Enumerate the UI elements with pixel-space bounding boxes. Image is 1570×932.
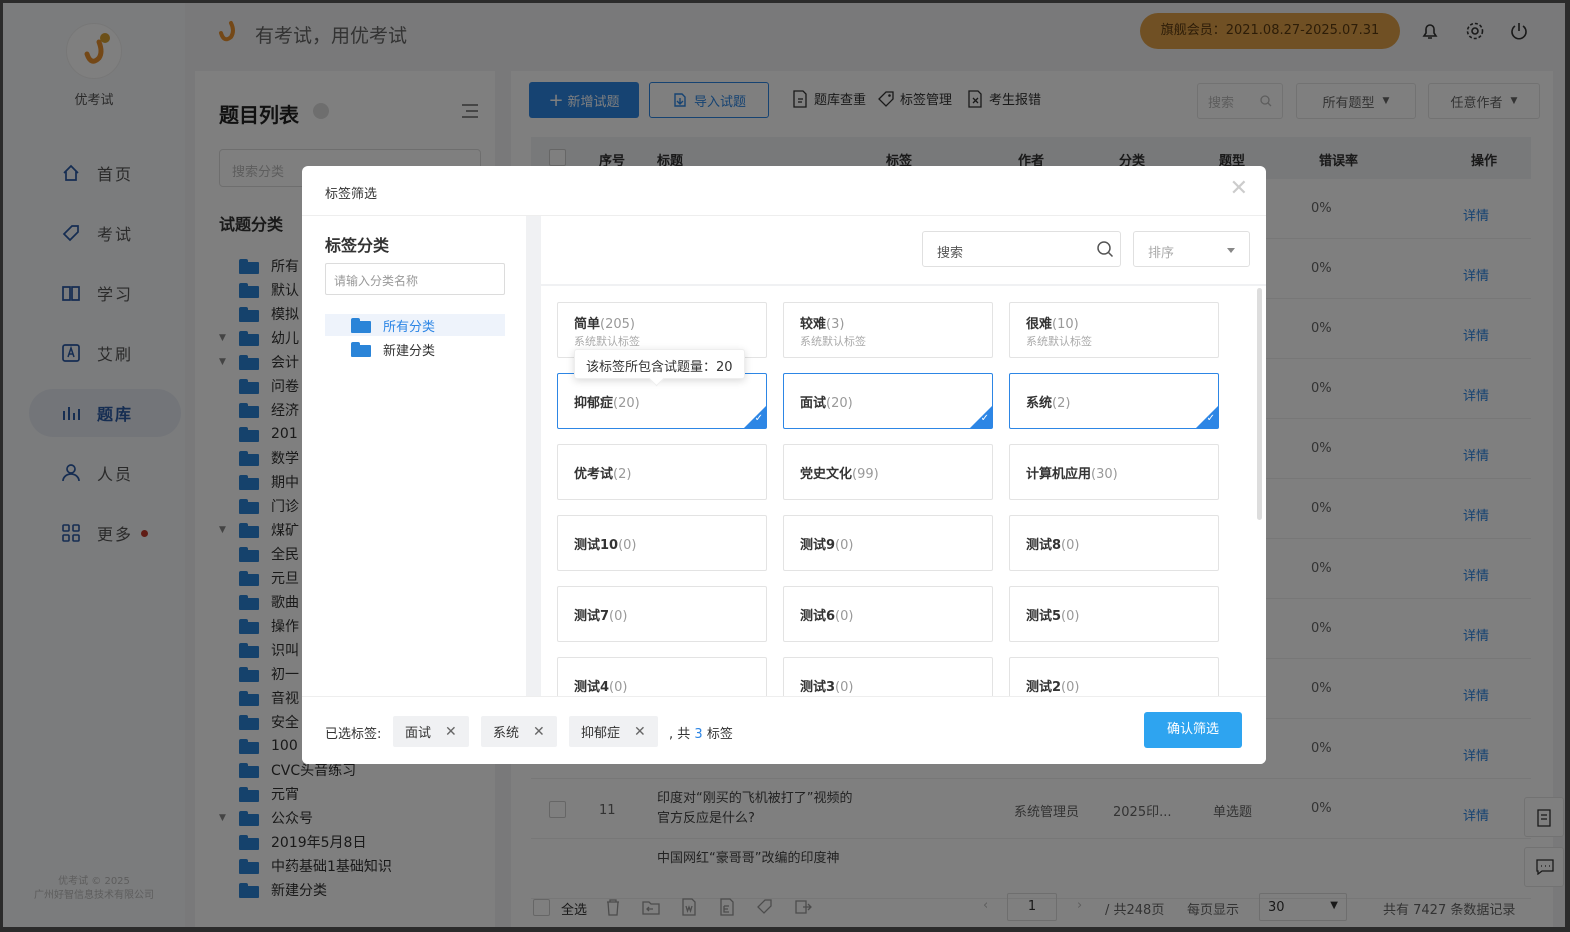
- tag-count: (3): [826, 317, 845, 332]
- pane-splitter[interactable]: [526, 216, 541, 696]
- tag-grid-scrollbar[interactable]: [1257, 288, 1262, 520]
- selected-tag-chip: 系统 ✕: [481, 716, 557, 747]
- tag-name: 测试4: [574, 680, 610, 695]
- tag-category-item[interactable]: 所有分类: [325, 314, 505, 336]
- tag-card[interactable]: 测试9(0): [783, 515, 993, 571]
- tag-name: 计算机应用: [1026, 467, 1092, 482]
- tag-count: (0): [618, 538, 637, 553]
- tag-card[interactable]: 抑郁症(20) ✓: [557, 373, 767, 429]
- tag-name: 优考试: [574, 467, 614, 482]
- tag-count: (30): [1091, 467, 1118, 482]
- search-icon[interactable]: [1096, 240, 1114, 258]
- tag-card[interactable]: 测试3(0): [783, 657, 993, 696]
- tag-name: 测试10: [574, 538, 619, 553]
- tag-card[interactable]: 测试6(0): [783, 586, 993, 642]
- tag-filter-modal: 标签筛选 ✕ 标签分类 请输入分类名称 所有分类 新建分类 搜索 排序 简单(20…: [302, 166, 1266, 764]
- selected-total: , 共 3 标签: [669, 727, 733, 742]
- tag-card[interactable]: 面试(20) ✓: [783, 373, 993, 429]
- tag-count: (0): [1061, 680, 1080, 695]
- caret-down-icon: [1227, 248, 1235, 253]
- modal-footer: 已选标签: 面试 ✕ 系统 ✕ 抑郁症 ✕ , 共 3 标签 确认筛选: [302, 696, 1266, 764]
- tag-card[interactable]: 测试5(0): [1009, 586, 1219, 642]
- tag-category-pane: 标签分类 请输入分类名称 所有分类新建分类: [302, 216, 526, 696]
- tag-name: 很难: [1026, 317, 1053, 332]
- tag-name: 抑郁症: [574, 396, 614, 411]
- tag-grid: 简单(205) 系统默认标签 较难(3) 系统默认标签 很难(10) 系统默认标签 抑郁症(…: [541, 286, 1251, 696]
- chip-label: 系统: [493, 726, 520, 741]
- tag-count: (20): [613, 396, 640, 411]
- remove-chip-icon[interactable]: ✕: [533, 724, 545, 740]
- tag-name: 党史文化: [800, 467, 853, 482]
- tag-category-label: 所有分类: [383, 319, 436, 335]
- tag-name: 测试7: [574, 609, 610, 624]
- tag-count: (99): [852, 467, 879, 482]
- category-name-input[interactable]: 请输入分类名称: [325, 263, 505, 295]
- confirm-filter-button[interactable]: 确认筛选: [1144, 712, 1242, 748]
- tag-subtitle: 系统默认标签: [574, 335, 640, 348]
- tag-grid-pane: 搜索 排序 简单(205) 系统默认标签 较难(3) 系统默认标签 很难(10) 系统默认…: [541, 216, 1266, 696]
- tag-category-item[interactable]: 新建分类: [325, 338, 505, 360]
- chip-label: 面试: [405, 726, 432, 741]
- tag-card[interactable]: 测试2(0): [1009, 657, 1219, 696]
- tag-name: 测试2: [1026, 680, 1062, 695]
- tag-card[interactable]: 计算机应用(30): [1009, 444, 1219, 500]
- chip-label: 抑郁症: [581, 726, 621, 741]
- modal-title: 标签筛选: [325, 187, 378, 202]
- remove-chip-icon[interactable]: ✕: [445, 724, 457, 740]
- tag-count: (0): [835, 680, 854, 695]
- tag-card[interactable]: 党史文化(99): [783, 444, 993, 500]
- selected-tag-chip: 面试 ✕: [393, 716, 469, 747]
- tag-count: (0): [835, 609, 854, 624]
- tag-card[interactable]: 较难(3) 系统默认标签: [783, 302, 993, 358]
- tag-name: 测试6: [800, 609, 836, 624]
- tag-name: 测试8: [1026, 538, 1062, 553]
- tag-count: (0): [609, 680, 628, 695]
- tag-name: 测试3: [800, 680, 836, 695]
- tag-subtitle: 系统默认标签: [800, 335, 866, 348]
- tag-card[interactable]: 测试4(0): [557, 657, 767, 696]
- tag-name: 面试: [800, 396, 827, 411]
- tag-category-label: 新建分类: [383, 343, 436, 359]
- remove-chip-icon[interactable]: ✕: [634, 724, 646, 740]
- tag-subtitle: 系统默认标签: [1026, 335, 1092, 348]
- tag-count: (0): [609, 609, 628, 624]
- app-window: 优考试 首页考试学习艾刷题库人员更多 优考试 © 2025 广州好智信息技术有限…: [3, 3, 1565, 927]
- tag-card[interactable]: 优考试(2): [557, 444, 767, 500]
- tag-search-input[interactable]: 搜索: [922, 231, 1121, 267]
- tag-count: (10): [1052, 317, 1079, 332]
- tag-count: (0): [1061, 538, 1080, 553]
- tag-category-title: 标签分类: [325, 236, 390, 255]
- checkmark-icon: ✓: [754, 413, 763, 424]
- folder-icon: [351, 317, 371, 333]
- checkmark-icon: ✓: [1206, 413, 1215, 424]
- tag-count: (0): [1061, 609, 1080, 624]
- folder-icon: [351, 341, 371, 357]
- selected-tag-chip: 抑郁症 ✕: [569, 716, 658, 747]
- sort-select[interactable]: 排序: [1133, 231, 1250, 267]
- tag-card[interactable]: 测试10(0): [557, 515, 767, 571]
- tag-count: (0): [835, 538, 854, 553]
- tag-name: 较难: [800, 317, 827, 332]
- tag-count: (205): [600, 317, 635, 332]
- tag-card[interactable]: 测试8(0): [1009, 515, 1219, 571]
- tag-name: 测试5: [1026, 609, 1062, 624]
- checkmark-icon: ✓: [980, 413, 989, 424]
- close-icon[interactable]: ✕: [1230, 178, 1248, 200]
- tag-card[interactable]: 测试7(0): [557, 586, 767, 642]
- tag-name: 系统: [1026, 396, 1053, 411]
- tag-card[interactable]: 很难(10) 系统默认标签: [1009, 302, 1219, 358]
- tag-name: 简单: [574, 317, 601, 332]
- tag-card[interactable]: 系统(2) ✓: [1009, 373, 1219, 429]
- tag-name: 测试9: [800, 538, 836, 553]
- tag-count: (2): [1052, 396, 1071, 411]
- selected-tags-label: 已选标签:: [325, 727, 382, 742]
- tag-count: (20): [826, 396, 853, 411]
- tag-count-tooltip: 该标签所包含试题量：20: [574, 349, 745, 379]
- tag-count: (2): [613, 467, 632, 482]
